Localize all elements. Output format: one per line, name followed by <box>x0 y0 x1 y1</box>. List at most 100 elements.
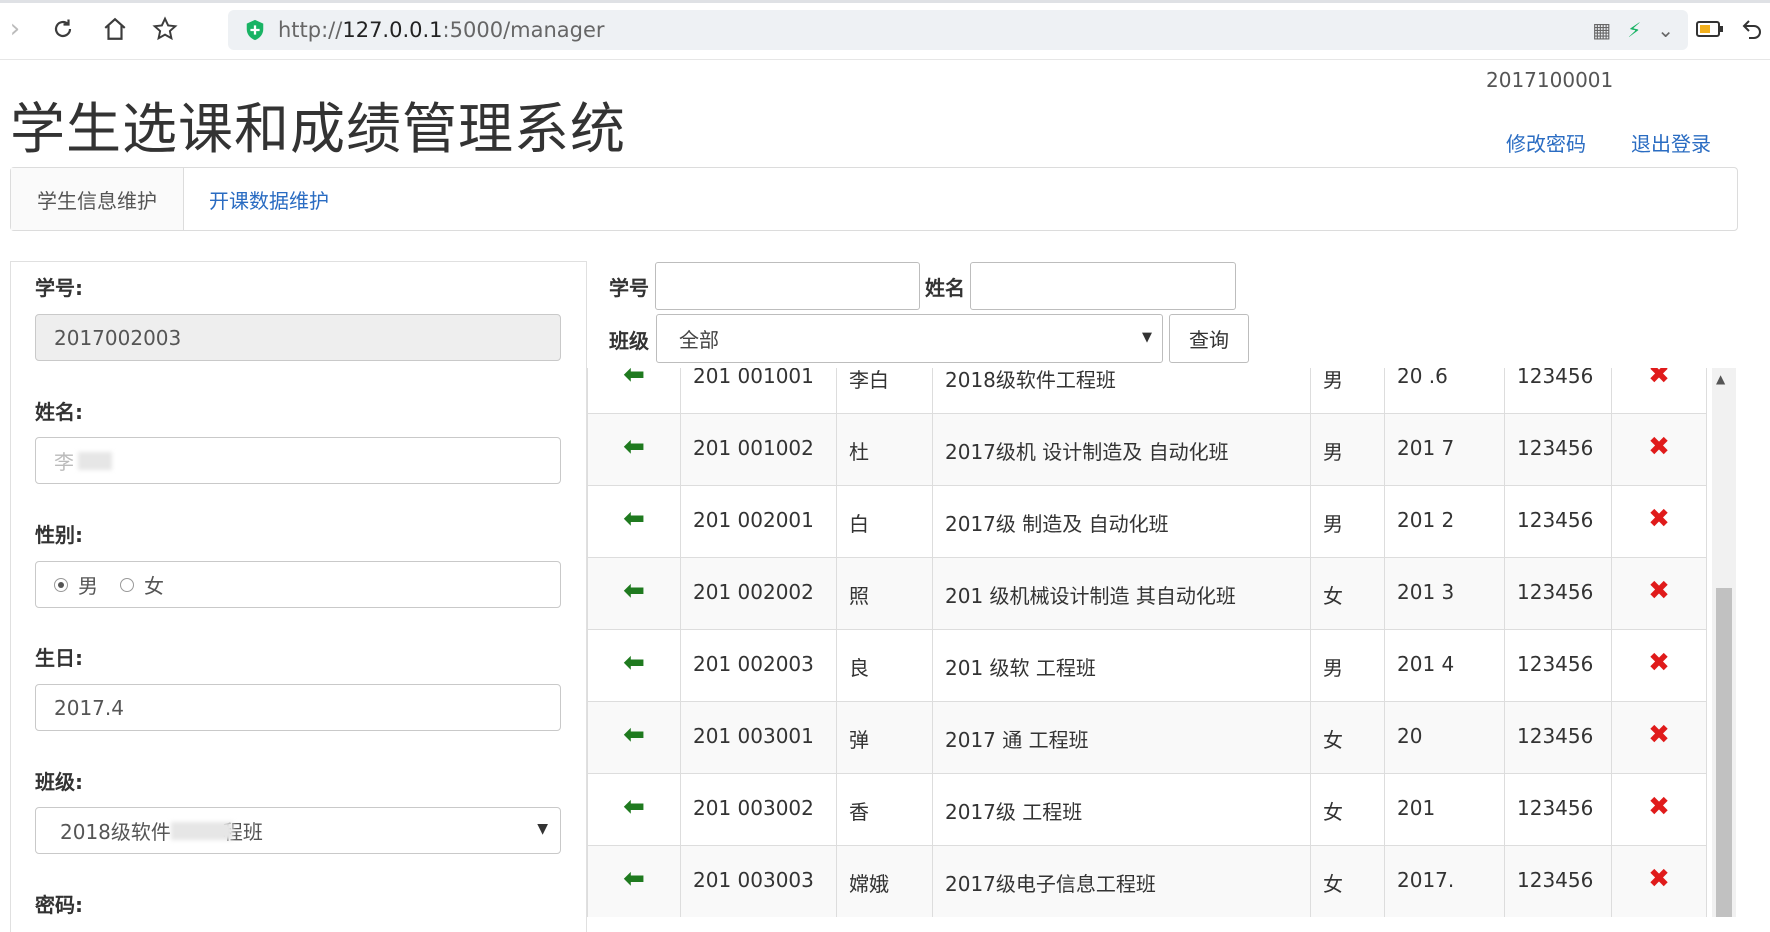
cell-name: 良 <box>836 629 933 702</box>
delete-x-icon[interactable]: ✖ <box>1611 368 1707 414</box>
cell-gender: 女 <box>1310 845 1385 917</box>
search-name-label: 姓名 <box>925 276 965 300</box>
cell-name: 香 <box>836 773 933 846</box>
cell-gender: 男 <box>1310 485 1385 558</box>
delete-x-icon[interactable]: ✖ <box>1611 845 1707 917</box>
search-class-select[interactable]: 全部 ▼ <box>656 314 1163 363</box>
password-label: 密码: <box>35 893 83 917</box>
cell-name: 杜 <box>836 413 933 486</box>
qr-code-icon[interactable]: ▦ <box>1592 18 1611 42</box>
scrollbar-thumb[interactable] <box>1716 588 1732 917</box>
cell-birthday: 201 4 <box>1384 629 1505 702</box>
cell-password: 123456 <box>1504 368 1612 414</box>
cell-name: 白 <box>836 485 933 558</box>
arrow-left-icon[interactable]: ⬅ <box>587 485 681 558</box>
cell-name: 嫦娥 <box>836 845 933 917</box>
table-row: ⬅ 201 002003 良 201 级软 工程班男 201 4 123456 ✖ <box>587 629 1707 702</box>
arrow-left-icon[interactable]: ⬅ <box>587 413 681 486</box>
tab-student-info[interactable]: 学生信息维护 <box>11 168 184 230</box>
delete-x-icon[interactable]: ✖ <box>1611 701 1707 774</box>
table-row: ⬅ 201 001001 李白 2018级软件工程班男 20 .6 123456 ✖ <box>587 368 1707 414</box>
delete-x-icon[interactable]: ✖ <box>1611 557 1707 630</box>
birthday-label: 生日: <box>35 646 83 670</box>
cell-student-no: 201 002003 <box>680 629 837 702</box>
cell-class: 2017级电子信息工程班 <box>932 845 1311 917</box>
lightning-icon[interactable]: ⚡ <box>1627 18 1641 42</box>
cell-class: 2018级软件工程班 <box>932 368 1311 414</box>
cell-class: 201 级机械设计制造 其自动化班 <box>932 557 1311 630</box>
gender-label: 性别: <box>35 523 83 547</box>
reload-icon[interactable] <box>48 14 78 44</box>
cell-birthday: 20 .6 <box>1384 368 1505 414</box>
cell-class: 2017级 制造及 自动化班 <box>932 485 1311 558</box>
search-student-no-input[interactable] <box>655 262 920 310</box>
logout-link[interactable]: 退出登录 <box>1631 128 1711 157</box>
arrow-left-icon[interactable]: ⬅ <box>587 701 681 774</box>
delete-x-icon[interactable]: ✖ <box>1611 773 1707 846</box>
cell-password: 123456 <box>1504 557 1612 630</box>
address-bar[interactable]: http://127.0.0.1:5000/manager ▦ ⚡ ⌄ <box>228 10 1688 50</box>
delete-x-icon[interactable]: ✖ <box>1611 485 1707 558</box>
query-button[interactable]: 查询 <box>1169 314 1249 363</box>
gender-male-label: 男 <box>78 574 98 598</box>
scroll-up-icon[interactable]: ▲ <box>1716 372 1725 386</box>
table-row: ⬅ 201 003001 弹 2017 通 工程班女 20 123456 ✖ <box>587 701 1707 774</box>
battery-icon[interactable] <box>1695 14 1725 44</box>
gender-male-radio[interactable] <box>54 577 68 592</box>
cell-birthday: 2017. <box>1384 845 1505 917</box>
cell-name: 照 <box>836 557 933 630</box>
student-no-field[interactable]: 2017002003 <box>35 314 561 361</box>
cell-password: 123456 <box>1504 845 1612 917</box>
gender-radio-group: 男 女 <box>35 561 561 608</box>
cell-class: 201 级软 工程班 <box>932 629 1311 702</box>
undo-icon[interactable] <box>1737 14 1767 44</box>
arrow-left-icon[interactable]: ⬅ <box>587 629 681 702</box>
page-title: 学生选课和成绩管理系统 <box>10 97 627 161</box>
search-name-input[interactable] <box>970 262 1236 310</box>
class-select[interactable]: 2018级软件 程班 ▼ <box>35 807 561 854</box>
class-label: 班级: <box>35 770 83 794</box>
cell-student-no: 201 001001 <box>680 368 837 414</box>
table-row: ⬅ 201 001002 杜 2017级机 设计制造及 自动化班男 201 7 12345… <box>587 413 1707 486</box>
chevron-down-icon: ▼ <box>537 821 548 837</box>
cell-class: 2017 通 工程班 <box>932 701 1311 774</box>
change-password-link[interactable]: 修改密码 <box>1506 128 1586 157</box>
browser-toolbar: › http://127.0.0.1:5000/manager ▦ ⚡ ⌄ <box>0 0 1770 60</box>
table-row: ⬅ 201 002001 白 2017级 制造及 自动化班男 201 2 123456 ✖ <box>587 485 1707 558</box>
cell-student-no: 201 003002 <box>680 773 837 846</box>
current-user-id: 2017100001 <box>1486 68 1614 92</box>
name-label: 姓名: <box>35 400 83 424</box>
arrow-left-icon[interactable]: ⬅ <box>587 557 681 630</box>
arrow-left-icon[interactable]: ⬅ <box>587 368 681 414</box>
cell-birthday: 201 7 <box>1384 413 1505 486</box>
gender-female-radio[interactable] <box>120 577 134 592</box>
forward-icon[interactable]: › <box>0 14 30 44</box>
secure-shield-icon <box>246 19 264 41</box>
cell-class: 2017级 工程班 <box>932 773 1311 846</box>
url-text[interactable]: http://127.0.0.1:5000/manager <box>278 18 605 42</box>
cell-password: 123456 <box>1504 773 1612 846</box>
gender-female-label: 女 <box>144 574 164 598</box>
tab-course-data[interactable]: 开课数据维护 <box>209 168 329 230</box>
bookmark-star-icon[interactable] <box>150 14 180 44</box>
cell-gender: 女 <box>1310 773 1385 846</box>
arrow-left-icon[interactable]: ⬅ <box>587 845 681 917</box>
cell-name: 弹 <box>836 701 933 774</box>
cell-birthday: 201 <box>1384 773 1505 846</box>
cell-gender: 男 <box>1310 368 1385 414</box>
home-icon[interactable] <box>100 14 130 44</box>
birthday-field[interactable]: 2017.4 <box>35 684 561 731</box>
delete-x-icon[interactable]: ✖ <box>1611 629 1707 702</box>
cell-gender: 女 <box>1310 557 1385 630</box>
cell-birthday: 20 <box>1384 701 1505 774</box>
arrow-left-icon[interactable]: ⬅ <box>587 773 681 846</box>
cell-student-no: 201 001002 <box>680 413 837 486</box>
student-no-label: 学号: <box>35 276 83 300</box>
cell-password: 123456 <box>1504 629 1612 702</box>
cell-gender: 女 <box>1310 701 1385 774</box>
table-row: ⬅ 201 003002 香 2017级 工程班女 201 123456 ✖ <box>587 773 1707 846</box>
name-field[interactable]: 李 <box>35 437 561 484</box>
chevron-down-icon[interactable]: ⌄ <box>1657 18 1674 42</box>
delete-x-icon[interactable]: ✖ <box>1611 413 1707 486</box>
cell-password: 123456 <box>1504 485 1612 558</box>
